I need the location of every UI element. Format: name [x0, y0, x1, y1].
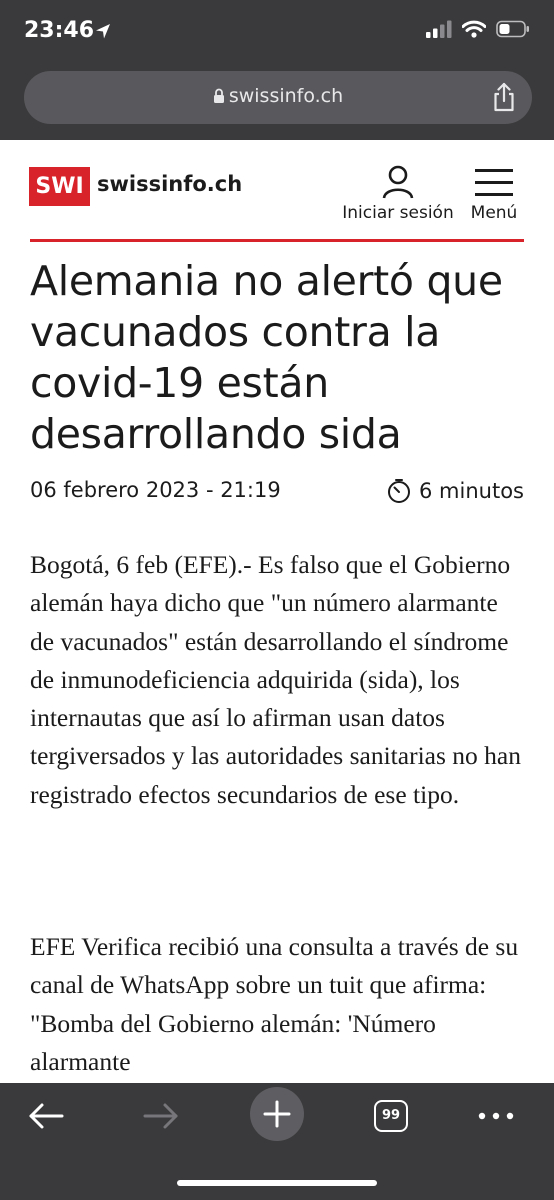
reading-time-label: 6 minutos: [419, 479, 524, 503]
address-bar[interactable]: swissinfo.ch: [24, 71, 532, 124]
menu-label: Menú: [470, 203, 518, 223]
status-icons: [426, 20, 530, 43]
swi-logo-badge[interactable]: SWI: [29, 167, 90, 206]
article-date: 06 febrero 2023 - 21:19: [30, 478, 281, 502]
login-label: Iniciar sesión: [342, 203, 454, 223]
new-tab-button[interactable]: [250, 1087, 304, 1141]
battery-icon: [496, 20, 530, 43]
cellular-signal-icon: [426, 20, 452, 43]
user-icon: [382, 165, 414, 199]
plus-icon: [263, 1100, 291, 1128]
wifi-icon: [461, 20, 487, 43]
share-icon[interactable]: [490, 81, 518, 118]
browser-top-bar: 23:46 swissinfo.ch: [0, 0, 554, 140]
header-divider: [30, 239, 524, 242]
url-text: swissinfo.ch: [228, 85, 344, 107]
more-options-button[interactable]: [466, 1083, 526, 1147]
login-button[interactable]: Iniciar sesión: [338, 165, 458, 227]
more-dots-icon: [478, 1112, 514, 1120]
tabs-button[interactable]: 99: [362, 1083, 422, 1147]
menu-button[interactable]: Menú: [466, 165, 522, 227]
lock-icon: [213, 87, 225, 109]
article-paragraph: Bogotá, 6 feb (EFE).- Es falso que el Go…: [30, 550, 521, 809]
hamburger-menu-icon: [475, 169, 513, 196]
site-logo-name[interactable]: swissinfo.ch: [97, 172, 242, 196]
location-arrow-icon: [94, 22, 112, 45]
tabs-count: 99: [374, 1100, 408, 1132]
article-paragraph: EFE Verifica recibió una consulta a trav…: [30, 932, 519, 1076]
back-arrow-icon: [29, 1103, 64, 1129]
back-button[interactable]: [16, 1083, 76, 1147]
status-time: 23:46: [24, 18, 95, 43]
forward-button[interactable]: [131, 1083, 191, 1147]
stopwatch-icon: [388, 479, 411, 503]
home-indicator: [177, 1180, 377, 1186]
article-title: Alemania no alertó que vacunados contra …: [30, 257, 503, 458]
forward-arrow-icon: [143, 1103, 178, 1129]
reading-time: 6 minutos: [387, 478, 524, 504]
